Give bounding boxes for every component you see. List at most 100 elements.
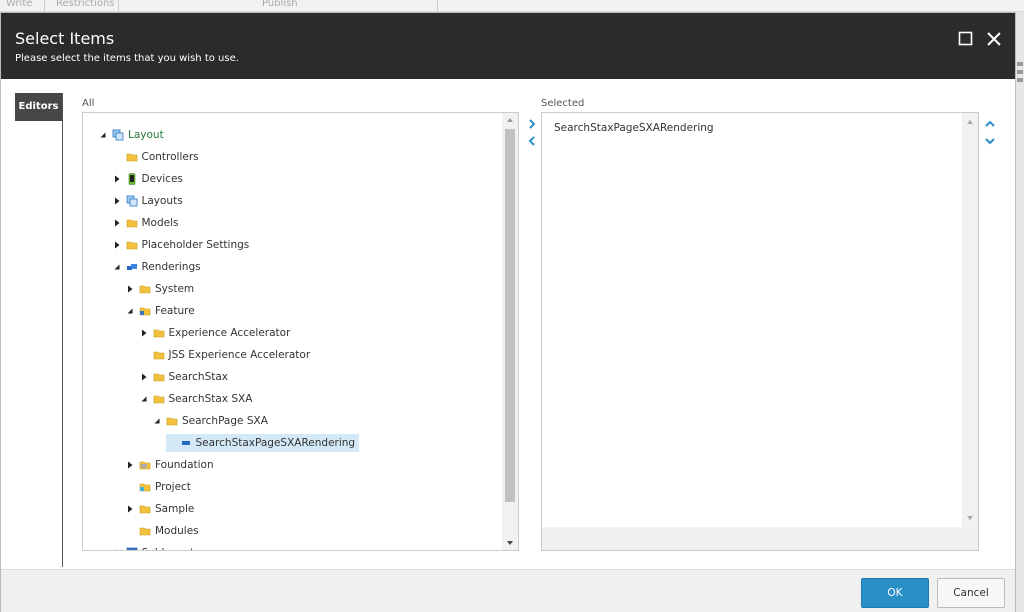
move-down-button[interactable] xyxy=(983,134,997,148)
tree-item-label: Placeholder Settings xyxy=(141,239,250,251)
tree-item-label: Devices xyxy=(141,173,183,185)
chevron-left-icon xyxy=(528,136,535,146)
tree-item[interactable]: SearchStax SXA xyxy=(139,390,252,408)
collapsed-triangle-icon[interactable] xyxy=(112,240,122,250)
tree-scroll-thumb[interactable] xyxy=(505,129,515,502)
tree-toggle[interactable] xyxy=(112,548,122,551)
bg-tab-restrictions: Restrictions xyxy=(56,0,115,9)
tree-item[interactable]: SearchPage SXA xyxy=(152,412,268,430)
tree-toggle[interactable] xyxy=(112,262,122,272)
project-folder-icon xyxy=(139,481,151,493)
folder-icon xyxy=(139,503,151,515)
scroll-up-arrow[interactable] xyxy=(502,113,518,127)
tree-toggle[interactable] xyxy=(125,306,135,316)
cancel-button[interactable]: Cancel xyxy=(937,578,1005,608)
tree-item-label: Renderings xyxy=(141,261,201,273)
tree-toggle[interactable] xyxy=(112,218,122,228)
tree-toggle[interactable] xyxy=(139,372,149,382)
layout-icon xyxy=(112,129,124,141)
tree-item[interactable]: Layout xyxy=(98,126,164,144)
tree-item[interactable]: System xyxy=(125,280,194,298)
rendering-item-icon xyxy=(180,437,192,449)
folder-icon xyxy=(139,525,151,537)
expanded-triangle-icon[interactable] xyxy=(112,262,122,272)
tree-item[interactable]: SearchStax xyxy=(139,368,229,386)
collapsed-triangle-icon[interactable] xyxy=(112,218,122,228)
collapsed-triangle-icon[interactable] xyxy=(139,372,149,382)
tree-item[interactable]: Placeholder Settings xyxy=(112,236,250,254)
tree-toggle[interactable] xyxy=(125,460,135,470)
tree-toggle[interactable] xyxy=(98,130,108,140)
collapsed-triangle-icon[interactable] xyxy=(125,504,135,514)
chevron-up-icon xyxy=(985,120,995,127)
dialog-header: Select Items Please select the items tha… xyxy=(1,13,1015,79)
selected-list-footer xyxy=(542,527,978,550)
scroll-up-arrow[interactable] xyxy=(962,115,978,129)
tree-item[interactable]: Sample xyxy=(125,500,194,518)
selected-label: Selected xyxy=(541,98,585,109)
tree-item[interactable]: Layouts xyxy=(112,192,183,210)
tree-item[interactable]: Project xyxy=(125,478,191,496)
tree-toggle[interactable] xyxy=(139,394,149,404)
tree-toggle[interactable] xyxy=(139,328,149,338)
selected-items-list[interactable]: SearchStaxPageSXARendering xyxy=(541,112,979,551)
tree-item[interactable]: Devices xyxy=(112,170,183,188)
tree-item[interactable]: JSS Experience Accelerator xyxy=(139,346,310,364)
all-label: All xyxy=(82,98,95,109)
add-item-button[interactable] xyxy=(525,117,539,131)
move-up-button[interactable] xyxy=(983,117,997,131)
tree-item-label: Controllers xyxy=(141,151,199,163)
bg-tab-publish: Publish xyxy=(262,0,298,9)
tree-toggle[interactable] xyxy=(152,416,162,426)
collapsed-triangle-icon[interactable] xyxy=(139,328,149,338)
scroll-down-arrow[interactable] xyxy=(502,536,518,550)
tree-scrollbar[interactable] xyxy=(502,113,518,550)
tree-item[interactable]: Controllers xyxy=(112,148,199,166)
editor-tabs: Editors xyxy=(15,93,63,567)
tree-toggle[interactable] xyxy=(112,240,122,250)
scroll-down-arrow[interactable] xyxy=(962,511,978,525)
sublayout-icon xyxy=(126,547,138,550)
tree-toggle[interactable] xyxy=(125,284,135,294)
expanded-triangle-icon[interactable] xyxy=(98,130,108,140)
tree-item[interactable]: Models xyxy=(112,214,179,232)
tree-item[interactable]: Experience Accelerator xyxy=(139,324,290,342)
tree-item[interactable]: Feature xyxy=(125,302,195,320)
expanded-triangle-icon[interactable] xyxy=(152,416,162,426)
folder-icon xyxy=(166,415,178,427)
maximize-icon[interactable] xyxy=(956,29,976,49)
close-icon[interactable] xyxy=(984,29,1004,49)
folder-icon xyxy=(139,283,151,295)
tab-editors[interactable]: Editors xyxy=(15,93,62,121)
collapsed-triangle-icon[interactable] xyxy=(125,460,135,470)
tree-item[interactable]: Sublayouts xyxy=(112,544,200,551)
all-items-tree[interactable]: Layout Controllers Devices Layouts Models Pla… xyxy=(82,112,519,551)
tree-item[interactable]: Foundation xyxy=(125,456,214,474)
tree-toggle[interactable] xyxy=(112,196,122,206)
tree-toggle xyxy=(125,526,135,536)
tree-item[interactable]: Modules xyxy=(125,522,199,540)
dialog-title: Select Items xyxy=(15,29,115,48)
selected-list-item[interactable]: SearchStaxPageSXARendering xyxy=(554,122,714,134)
expanded-triangle-icon[interactable] xyxy=(139,394,149,404)
tree-item-label: Foundation xyxy=(155,459,214,471)
folder-icon xyxy=(126,239,138,251)
tree-item[interactable]: SearchStaxPageSXARendering xyxy=(165,434,360,452)
collapsed-triangle-icon[interactable] xyxy=(112,548,122,551)
selected-scrollbar[interactable] xyxy=(962,113,978,527)
collapsed-triangle-icon[interactable] xyxy=(112,174,122,184)
collapsed-triangle-icon[interactable] xyxy=(125,284,135,294)
tree-item-label: Sample xyxy=(155,503,195,515)
chevron-right-icon xyxy=(529,119,536,129)
collapsed-triangle-icon[interactable] xyxy=(112,196,122,206)
tree-item-label: System xyxy=(155,283,195,295)
tree-toggle[interactable] xyxy=(112,174,122,184)
tree-toggle xyxy=(125,482,135,492)
tree-item[interactable]: Renderings xyxy=(112,258,201,276)
remove-item-button[interactable] xyxy=(525,134,539,148)
tree-item-label: SearchStax xyxy=(168,371,229,383)
expanded-triangle-icon[interactable] xyxy=(125,306,135,316)
tree-toggle[interactable] xyxy=(125,504,135,514)
background-toolbar: Write Restrictions Publish xyxy=(0,0,1024,12)
ok-button[interactable]: OK xyxy=(861,578,929,608)
